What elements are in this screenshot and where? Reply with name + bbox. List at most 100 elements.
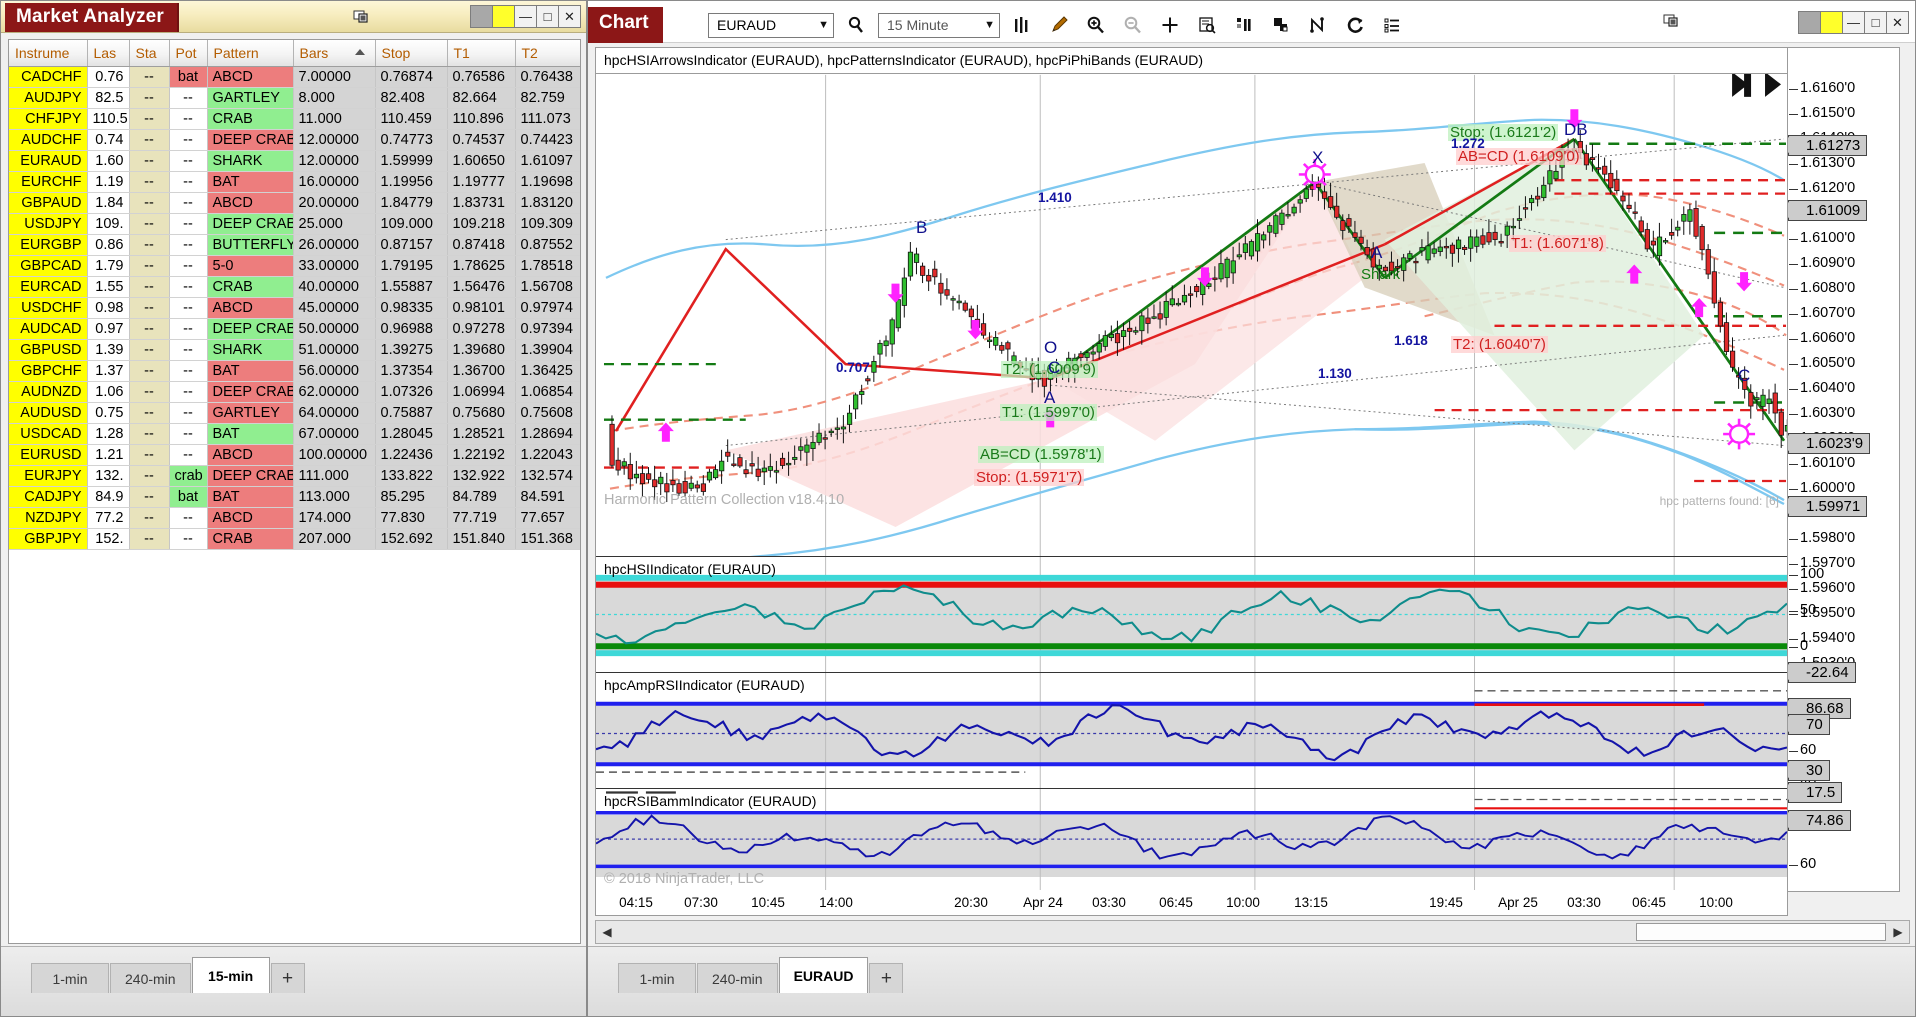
cell-t1: 0.76586 bbox=[447, 66, 516, 88]
table-row[interactable]: USDJPY 109. -- -- DEEP CRAB 25.000 109.000 109.… bbox=[9, 213, 580, 235]
table-row[interactable]: GBPJPY 152. -- -- CRAB 207.000 152.692 151.840 1… bbox=[9, 528, 580, 550]
scroll-right-arrow[interactable]: ▶ bbox=[1887, 925, 1909, 939]
indicator-icon[interactable] bbox=[1229, 11, 1259, 39]
zoom-out-icon[interactable] bbox=[1118, 11, 1148, 39]
cell-bars: 51.00000 bbox=[293, 339, 376, 361]
column-header-t1[interactable]: T1 bbox=[447, 40, 516, 67]
cell-state: -- bbox=[129, 150, 170, 172]
scroll-left-arrow[interactable]: ◀ bbox=[596, 925, 618, 939]
window-yellow-button[interactable] bbox=[492, 5, 515, 28]
hsi-panel[interactable]: hpcHSIIndicator (EURAUD) bbox=[596, 556, 1787, 672]
cell-t2: 0.97974 bbox=[515, 297, 580, 319]
list-icon[interactable] bbox=[1377, 11, 1407, 39]
chart-tab-1-min[interactable]: 1-min bbox=[618, 963, 696, 993]
market-analyzer-add-tab-button[interactable]: + bbox=[270, 963, 305, 993]
table-row[interactable]: GBPUSD 1.39 -- -- SHARK 51.00000 1.39275 1.3968… bbox=[9, 339, 580, 361]
table-row[interactable]: EURCHF 1.19 -- -- BAT 16.00000 1.19956 1.19777 1… bbox=[9, 171, 580, 193]
column-header-last[interactable]: Las bbox=[87, 40, 130, 67]
column-header-stop[interactable]: Stop bbox=[375, 40, 448, 67]
close-button[interactable]: ✕ bbox=[558, 5, 581, 28]
bar-chart-icon[interactable] bbox=[1007, 11, 1037, 39]
maximize-button[interactable]: □ bbox=[536, 5, 559, 28]
table-row[interactable]: AUDNZD 1.06 -- -- DEEP CRAB 62.00000 1.07326 1.… bbox=[9, 381, 580, 403]
table-row[interactable]: EURAUD 1.60 -- -- SHARK 12.00000 1.59999 1.6065… bbox=[9, 150, 580, 172]
cell-instrument: AUDJPY bbox=[9, 87, 88, 109]
column-header-pattern[interactable]: Pattern bbox=[207, 40, 294, 67]
table-row[interactable]: GBPCAD 1.79 -- -- 5-0 33.00000 1.79195 1.78625 1… bbox=[9, 255, 580, 277]
amp-rsi-panel-label: hpcAmpRSIIndicator (EURAUD) bbox=[604, 677, 805, 693]
rsi-bamm-panel[interactable]: hpcRSIBammIndicator (EURAUD) © 2018 Ninj bbox=[596, 788, 1787, 891]
market-analyzer-tab-1-min[interactable]: 1-min bbox=[31, 963, 109, 993]
table-row[interactable]: AUDJPY 82.5 -- -- GARTLEY 8.000 82.408 82.664 82… bbox=[9, 87, 580, 109]
cell-stop: 109.000 bbox=[375, 213, 448, 235]
instrument-selector[interactable]: EURAUD ▼ bbox=[708, 12, 834, 38]
market-analyzer-grid-container[interactable]: Instrume Las Sta Pot Pattern Bars Stop T… bbox=[8, 39, 581, 944]
price-axis[interactable]: 1.6160'01.6150'01.6140'01.6130'01.6120'0… bbox=[1788, 47, 1900, 892]
column-header-bars[interactable]: Bars bbox=[293, 40, 376, 67]
table-row[interactable]: GBPAUD 1.84 -- -- ABCD 20.00000 1.84779 1.83731… bbox=[9, 192, 580, 214]
chart-add-tab-button[interactable]: + bbox=[869, 963, 904, 993]
pencil-icon[interactable] bbox=[1044, 11, 1074, 39]
cell-pattern: DEEP CRAB bbox=[207, 129, 294, 151]
screen-share-icon[interactable] bbox=[353, 9, 369, 30]
magnifier-icon[interactable] bbox=[841, 11, 871, 39]
cell-t1: 1.22192 bbox=[447, 444, 516, 466]
close-button[interactable]: ✕ bbox=[1886, 11, 1909, 34]
cell-last: 0.97 bbox=[87, 318, 130, 340]
table-row[interactable]: CADCHF 0.76 -- bat ABCD 7.00000 0.76874 0.76586… bbox=[9, 66, 580, 88]
market-analyzer-tab-15-min[interactable]: 15-min bbox=[191, 957, 270, 993]
cell-potential: crab bbox=[169, 465, 208, 487]
table-row[interactable]: NZDJPY 77.2 -- -- ABCD 174.000 77.830 77.719 77.… bbox=[9, 507, 580, 529]
table-row[interactable]: EURUSD 1.21 -- -- ABCD 100.00000 1.22436 1.2219… bbox=[9, 444, 580, 466]
pivot-label-a-left: A bbox=[1044, 388, 1056, 407]
cell-pattern: ABCD bbox=[207, 66, 294, 88]
column-header-state[interactable]: Sta bbox=[129, 40, 170, 67]
column-header-instrument[interactable]: Instrume bbox=[9, 40, 88, 67]
ratio-label-1272: 1.272 bbox=[1451, 136, 1485, 151]
maximize-button[interactable]: □ bbox=[1864, 11, 1887, 34]
window-yellow-button[interactable] bbox=[1820, 11, 1843, 34]
table-row[interactable]: EURCAD 1.55 -- -- CRAB 40.00000 1.55887 1.56476… bbox=[9, 276, 580, 298]
cell-potential: -- bbox=[169, 129, 208, 151]
minimize-button[interactable]: — bbox=[514, 5, 537, 28]
table-row[interactable]: GBPCHF 1.37 -- -- BAT 56.00000 1.37354 1.36700 1… bbox=[9, 360, 580, 382]
table-row[interactable]: CHFJPY 110.5 -- -- CRAB 11.000 110.459 110.896 1… bbox=[9, 108, 580, 130]
cell-instrument: GBPAUD bbox=[9, 192, 88, 214]
table-row[interactable]: USDCHF 0.98 -- -- ABCD 45.00000 0.98335 0.98101… bbox=[9, 297, 580, 319]
table-row[interactable]: EURGBP 0.86 -- -- BUTTERFLY 26.00000 0.87157 0.… bbox=[9, 234, 580, 256]
cell-t2: 1.56708 bbox=[515, 276, 580, 298]
chart-tab-euraud[interactable]: EURAUD bbox=[778, 957, 869, 993]
data-box-icon[interactable] bbox=[1192, 11, 1222, 39]
cell-t1: 1.19777 bbox=[447, 171, 516, 193]
chart-horizontal-scrollbar[interactable]: ◀ ▶ bbox=[595, 920, 1910, 944]
draw-line-icon[interactable] bbox=[1303, 11, 1333, 39]
indicator-tick-mark bbox=[1789, 575, 1798, 576]
column-header-t2[interactable]: T2 bbox=[515, 40, 580, 67]
table-row[interactable]: CADJPY 84.9 -- bat BAT 113.000 85.295 84.789 84.… bbox=[9, 486, 580, 508]
price-plot[interactable]: hpcHSIArrowsIndicator (EURAUD), hpcPatte… bbox=[595, 47, 1788, 892]
crosshair-icon[interactable] bbox=[1155, 11, 1185, 39]
price-tick-label: 1.6130'0 bbox=[1800, 155, 1856, 171]
trading-platform-screen: Market Analyzer — □ ✕ Instrume Las Sta P… bbox=[0, 0, 1916, 1017]
table-row[interactable]: EURJPY 132. -- crab DEEP CRAB 111.000 133.822 1… bbox=[9, 465, 580, 487]
table-row[interactable]: USDCAD 1.28 -- -- BAT 67.00000 1.28045 1.28521 1… bbox=[9, 423, 580, 445]
cell-t2: 82.759 bbox=[515, 87, 580, 109]
scrollbar-thumb[interactable] bbox=[1636, 923, 1886, 941]
refresh-icon[interactable] bbox=[1340, 11, 1370, 39]
minimize-button[interactable]: — bbox=[1842, 11, 1865, 34]
cell-stop: 0.76874 bbox=[375, 66, 448, 88]
amp-rsi-panel[interactable]: hpcAmpRSIIndicator (EURAUD) bbox=[596, 672, 1787, 788]
table-row[interactable]: AUDCHF 0.74 -- -- DEEP CRAB 12.00000 0.74773 0.… bbox=[9, 129, 580, 151]
zoom-in-icon[interactable] bbox=[1081, 11, 1111, 39]
table-row[interactable]: AUDUSD 0.75 -- -- GARTLEY 64.00000 0.75887 0.75… bbox=[9, 402, 580, 424]
cell-state: -- bbox=[129, 297, 170, 319]
screen-share-icon[interactable] bbox=[1663, 13, 1679, 34]
window-grey-button[interactable] bbox=[470, 5, 493, 28]
strategy-icon[interactable] bbox=[1266, 11, 1296, 39]
period-selector[interactable]: 15 Minute ▼ bbox=[878, 12, 1000, 38]
table-row[interactable]: AUDCAD 0.97 -- -- DEEP CRAB 50.00000 0.96988 0.… bbox=[9, 318, 580, 340]
market-analyzer-tab-240-min[interactable]: 240-min bbox=[110, 963, 191, 993]
column-header-potential[interactable]: Pot bbox=[169, 40, 208, 67]
window-grey-button[interactable] bbox=[1798, 11, 1821, 34]
chart-tab-240-min[interactable]: 240-min bbox=[697, 963, 778, 993]
